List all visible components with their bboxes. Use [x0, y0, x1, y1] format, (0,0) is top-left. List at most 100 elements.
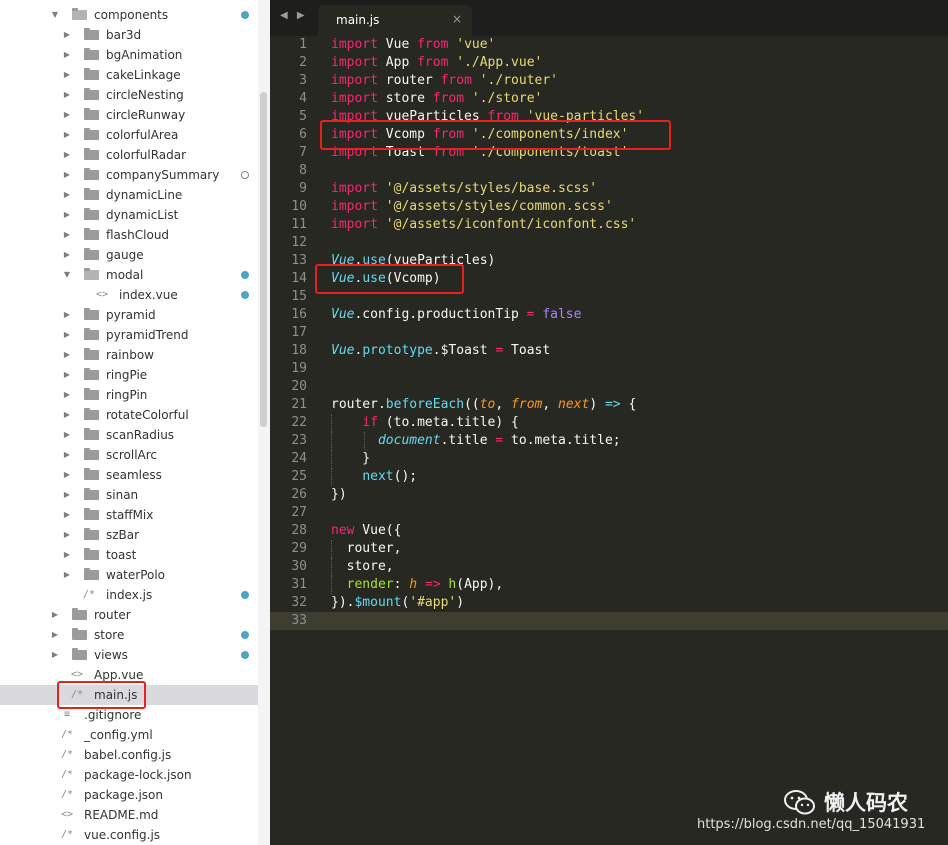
chevron-right-icon[interactable]: ▶: [62, 385, 72, 405]
chevron-down-icon[interactable]: ▼: [50, 5, 60, 25]
chevron-right-icon[interactable]: ▶: [62, 225, 72, 245]
tree-item-colorfulradar[interactable]: ▶ colorfulRadar: [0, 145, 258, 165]
chevron-right-icon[interactable]: ▶: [62, 65, 72, 85]
code-line[interactable]: 29 router,: [270, 540, 948, 558]
tree-item-readme-md[interactable]: <> README.md: [0, 805, 258, 825]
sidebar-scrollbar-thumb[interactable]: [260, 92, 267, 427]
code-line[interactable]: 3 import router from './router': [270, 72, 948, 90]
chevron-right-icon[interactable]: ▶: [62, 305, 72, 325]
tree-item-szbar[interactable]: ▶ szBar: [0, 525, 258, 545]
tab-main-js[interactable]: main.js ×: [318, 5, 472, 36]
tree-item-package-lock-json[interactable]: /* package-lock.json: [0, 765, 258, 785]
tree-item-staffmix[interactable]: ▶ staffMix: [0, 505, 258, 525]
tree-item-flashcloud[interactable]: ▶ flashCloud: [0, 225, 258, 245]
code-line[interactable]: 2 import App from './App.vue': [270, 54, 948, 72]
chevron-right-icon[interactable]: ▶: [62, 405, 72, 425]
chevron-right-icon[interactable]: ▶: [62, 45, 72, 65]
tree-item-store[interactable]: ▶ store: [0, 625, 258, 645]
code-line[interactable]: 32}).$mount('#app'): [270, 594, 948, 612]
code-line[interactable]: 1 import Vue from 'vue': [270, 36, 948, 54]
tree-item-waterpolo[interactable]: ▶ waterPolo: [0, 565, 258, 585]
chevron-right-icon[interactable]: ▶: [62, 245, 72, 265]
tree-item-dynamicline[interactable]: ▶ dynamicLine: [0, 185, 258, 205]
chevron-right-icon[interactable]: ▶: [62, 105, 72, 125]
tree-item-gauge[interactable]: ▶ gauge: [0, 245, 258, 265]
chevron-right-icon[interactable]: ▶: [62, 345, 72, 365]
tree-item-views[interactable]: ▶ views: [0, 645, 258, 665]
code-line[interactable]: 28 new Vue({: [270, 522, 948, 540]
chevron-down-icon[interactable]: ▼: [62, 265, 72, 285]
code-line[interactable]: 22 if (to.meta.title) {: [270, 414, 948, 432]
tree-item-circlerunway[interactable]: ▶ circleRunway: [0, 105, 258, 125]
code-line[interactable]: 17: [270, 324, 948, 342]
chevron-right-icon[interactable]: ▶: [62, 205, 72, 225]
tree-item-bganimation[interactable]: ▶ bgAnimation: [0, 45, 258, 65]
code-line[interactable]: 21 router.beforeEach((to, from, next) => …: [270, 396, 948, 414]
code-line[interactable]: 16 Vue.config.productionTip = false: [270, 306, 948, 324]
tree-item-index-js[interactable]: /* index.js: [0, 585, 258, 605]
chevron-right-icon[interactable]: ▶: [62, 365, 72, 385]
chevron-right-icon[interactable]: ▶: [62, 425, 72, 445]
chevron-right-icon[interactable]: ▶: [62, 485, 72, 505]
code-line[interactable]: 20: [270, 378, 948, 396]
tab-nav-arrows-icon[interactable]: ◀ ▶: [280, 10, 308, 21]
code-line[interactable]: 10 import '@/assets/styles/common.scss': [270, 198, 948, 216]
tree-item-package-json[interactable]: /* package.json: [0, 785, 258, 805]
code-line[interactable]: 27: [270, 504, 948, 522]
chevron-right-icon[interactable]: ▶: [62, 445, 72, 465]
code-line[interactable]: 19: [270, 360, 948, 378]
chevron-right-icon[interactable]: ▶: [62, 505, 72, 525]
tree-item-rotatecolorful[interactable]: ▶ rotateColorful: [0, 405, 258, 425]
tree-item-config-yml[interactable]: /* _config.yml: [0, 725, 258, 745]
tree-item-dynamiclist[interactable]: ▶ dynamicList: [0, 205, 258, 225]
tree-item-circlenesting[interactable]: ▶ circleNesting: [0, 85, 258, 105]
tree-item-pyramidtrend[interactable]: ▶ pyramidTrend: [0, 325, 258, 345]
tree-item-babel-config-js[interactable]: /* babel.config.js: [0, 745, 258, 765]
chevron-right-icon[interactable]: ▶: [62, 85, 72, 105]
code-line[interactable]: 4 import store from './store': [270, 90, 948, 108]
code-line[interactable]: 25 next();: [270, 468, 948, 486]
tree-item-ringpin[interactable]: ▶ ringPin: [0, 385, 258, 405]
chevron-right-icon[interactable]: ▶: [62, 145, 72, 165]
chevron-right-icon[interactable]: ▶: [62, 185, 72, 205]
tree-item-toast[interactable]: ▶ toast: [0, 545, 258, 565]
tree-item-cakelinkage[interactable]: ▶ cakeLinkage: [0, 65, 258, 85]
code-line[interactable]: 33: [270, 612, 948, 630]
chevron-right-icon[interactable]: ▶: [62, 545, 72, 565]
code-line[interactable]: 9 import '@/assets/styles/base.scss': [270, 180, 948, 198]
tab-close-icon[interactable]: ×: [452, 12, 462, 26]
chevron-right-icon[interactable]: ▶: [62, 25, 72, 45]
tree-item-modal[interactable]: ▼ modal: [0, 265, 258, 285]
tree-item-scanradius[interactable]: ▶ scanRadius: [0, 425, 258, 445]
chevron-right-icon[interactable]: ▶: [62, 125, 72, 145]
tree-item-rainbow[interactable]: ▶ rainbow: [0, 345, 258, 365]
code-line[interactable]: 24 }: [270, 450, 948, 468]
tree-item-scrollarc[interactable]: ▶ scrollArc: [0, 445, 258, 465]
chevron-right-icon[interactable]: ▶: [62, 165, 72, 185]
tree-item-sinan[interactable]: ▶ sinan: [0, 485, 258, 505]
tree-item-index-vue[interactable]: <> index.vue: [0, 285, 258, 305]
chevron-right-icon[interactable]: ▶: [62, 525, 72, 545]
code-line[interactable]: 11 import '@/assets/iconfont/iconfont.css…: [270, 216, 948, 234]
chevron-right-icon[interactable]: ▶: [62, 565, 72, 585]
chevron-right-icon[interactable]: ▶: [62, 465, 72, 485]
tree-item-vue-config-js[interactable]: /* vue.config.js: [0, 825, 258, 845]
code-line[interactable]: 31 render: h => h(App),: [270, 576, 948, 594]
code-line[interactable]: 30 store,: [270, 558, 948, 576]
code-line[interactable]: 8: [270, 162, 948, 180]
chevron-right-icon[interactable]: ▶: [62, 325, 72, 345]
tree-item-colorfularea[interactable]: ▶ colorfulArea: [0, 125, 258, 145]
tree-item-router[interactable]: ▶ router: [0, 605, 258, 625]
tree-item-companysummary[interactable]: ▶ companySummary: [0, 165, 258, 185]
code-line[interactable]: 26}): [270, 486, 948, 504]
tree-item-components[interactable]: ▼ components: [0, 5, 258, 25]
code-line[interactable]: 12: [270, 234, 948, 252]
code-line[interactable]: 23 document.title = to.meta.title;: [270, 432, 948, 450]
chevron-right-icon[interactable]: ▶: [50, 645, 60, 665]
chevron-right-icon[interactable]: ▶: [50, 605, 60, 625]
chevron-right-icon[interactable]: ▶: [50, 625, 60, 645]
tree-item-bar3d[interactable]: ▶ bar3d: [0, 25, 258, 45]
tree-item-ringpie[interactable]: ▶ ringPie: [0, 365, 258, 385]
tree-item-pyramid[interactable]: ▶ pyramid: [0, 305, 258, 325]
code-line[interactable]: 18 Vue.prototype.$Toast = Toast: [270, 342, 948, 360]
